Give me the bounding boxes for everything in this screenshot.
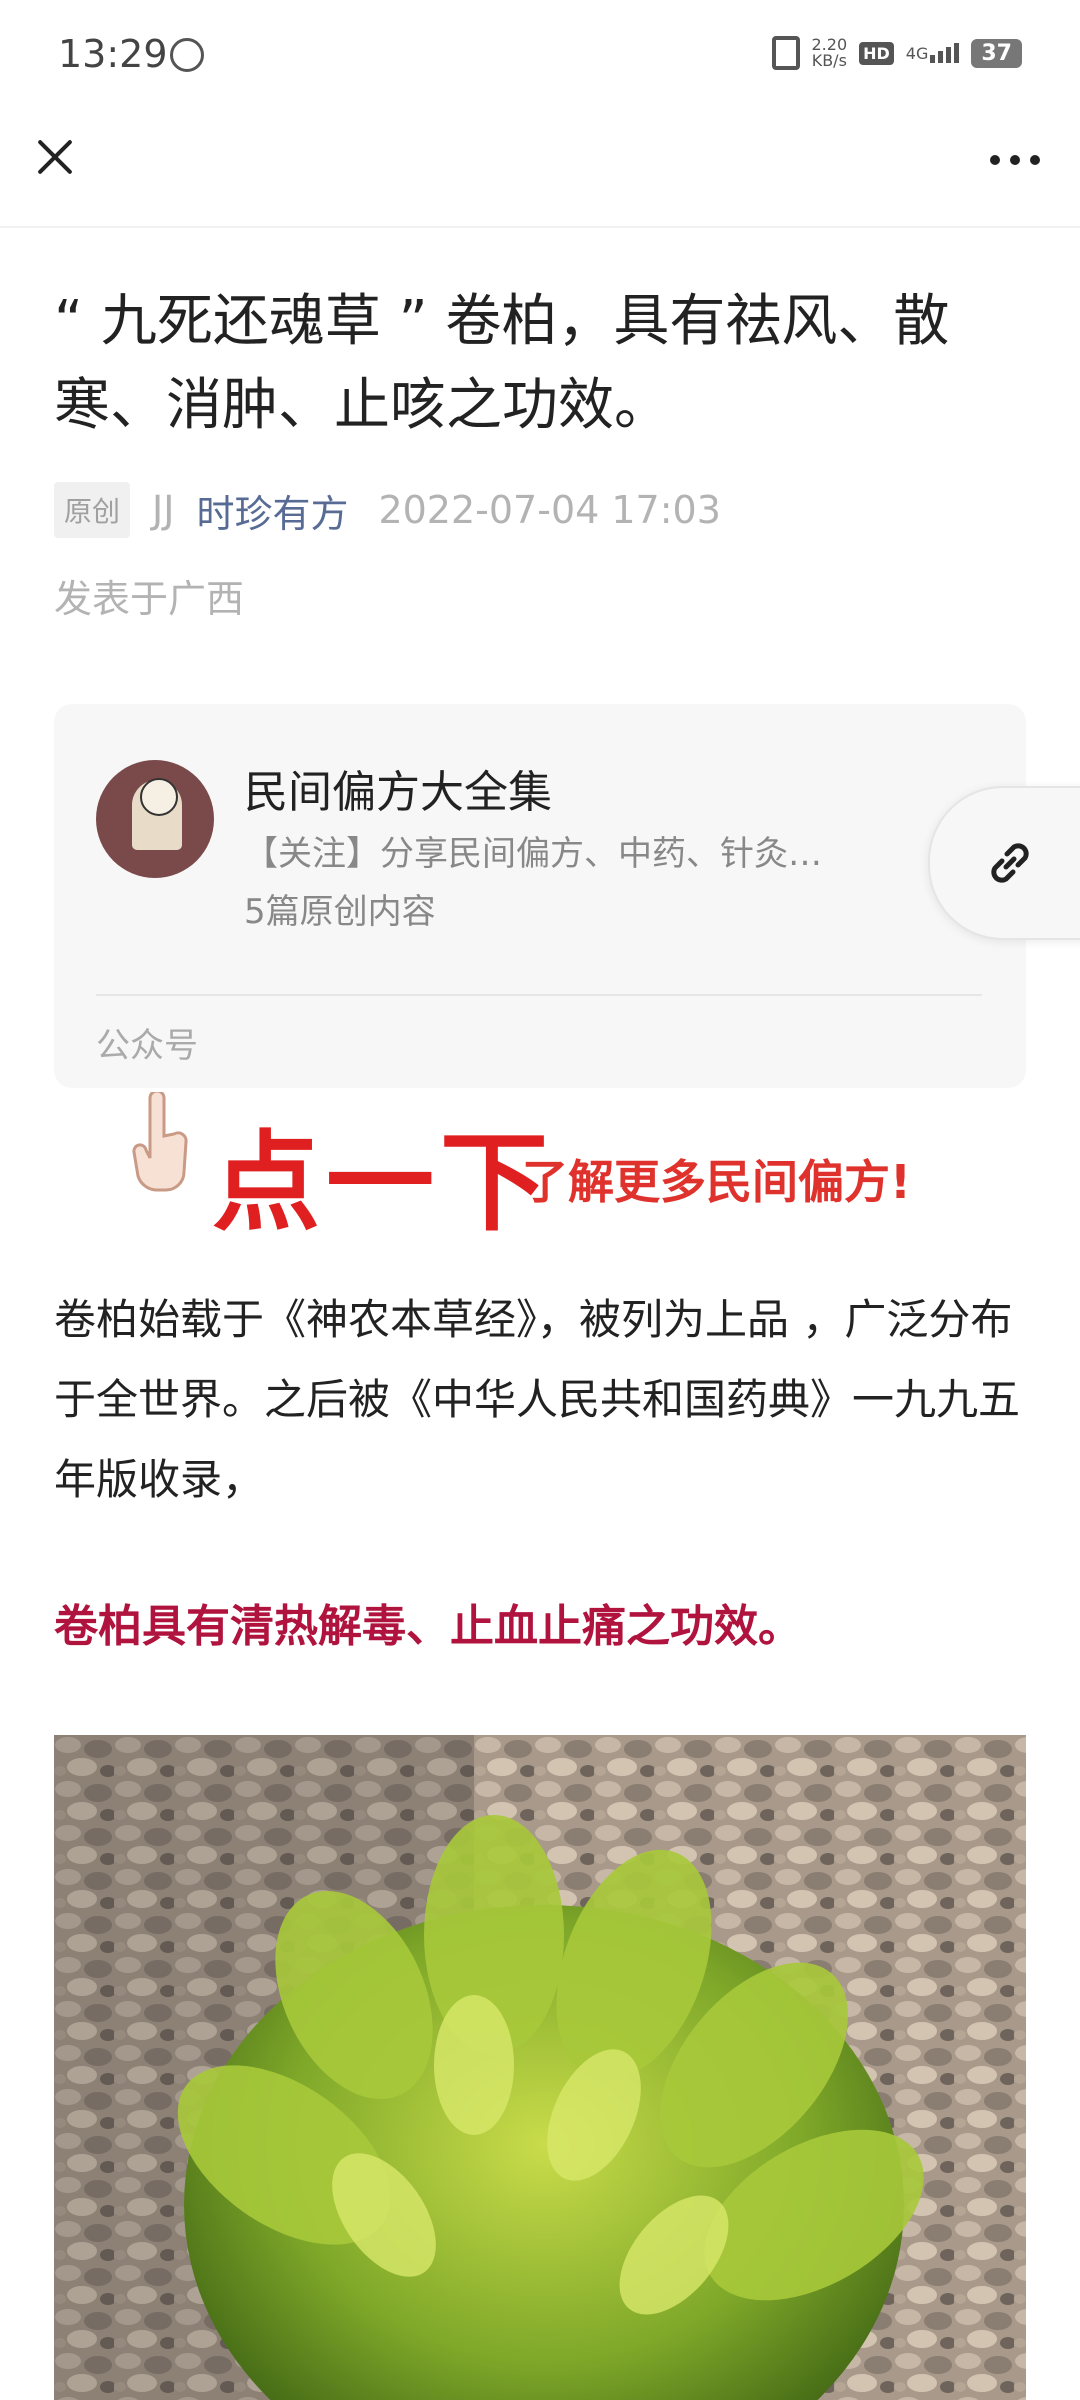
vibrate-icon [771, 36, 800, 70]
hd-icon: HD [859, 41, 894, 65]
selaginella-photo [54, 1735, 1026, 2400]
account-type-label: 公众号 [96, 1026, 198, 1066]
copy-link-button[interactable] [928, 786, 1080, 940]
battery-icon: 37 [971, 38, 1022, 68]
article-meta: 原创 JJ 时珍有方 2022-07-04 17:03 [54, 482, 721, 538]
more-options-icon[interactable] [990, 155, 1040, 165]
signal-icon: 4G [906, 43, 960, 63]
account-link[interactable]: 时珍有方 [196, 483, 348, 538]
account-description: 【关注】分享民间偏方、中药、针灸… [244, 834, 822, 874]
article-title: “ 九死还魂草 ” 卷柏，具有祛风、散寒、消肿、止咳之功效。 [54, 289, 950, 438]
close-icon[interactable] [30, 132, 80, 182]
official-account-card[interactable]: 民间偏方大全集 【关注】分享民间偏方、中药、针灸… 5篇原创内容 公众号 [54, 704, 1026, 1088]
original-count: 5篇原创内容 [244, 892, 436, 932]
promo-headline: 点一下 [212, 1121, 555, 1246]
account-name: 民间偏方大全集 [244, 767, 552, 818]
status-bar: 13:29 2.20 KB/s HD 4G 37 [0, 0, 1080, 110]
article-image[interactable] [54, 1735, 1026, 2400]
notification-icon [170, 38, 204, 72]
link-icon [991, 843, 1029, 883]
account-avatar [96, 760, 214, 878]
author-name: JJ [152, 488, 175, 532]
highlight-text: 卷柏具有清热解毒、止血止痛之功效。 [54, 1601, 802, 1652]
follow-promo-banner[interactable]: 点一下 了解更多民间偏方! [120, 1090, 1020, 1246]
article-paragraph: 卷柏始载于《神农本草经》，被列为上品 ，广泛分布于全世界。之后被《中华人民共和国… [54, 1295, 1021, 1504]
status-time: 13:29 [58, 32, 168, 76]
top-nav-bar [0, 110, 1080, 228]
status-indicators: 2.20 KB/s HD 4G 37 [771, 36, 1022, 70]
promo-subtext: 了解更多民间偏方! [522, 1155, 911, 1209]
pointing-hand-icon [132, 1092, 188, 1192]
card-divider [96, 994, 982, 996]
publish-location: 发表于广西 [54, 577, 245, 621]
network-type: 4G [905, 44, 929, 63]
network-speed: 2.20 KB/s [812, 37, 848, 69]
original-badge: 原创 [54, 482, 131, 538]
publish-datetime: 2022-07-04 17:03 [378, 488, 721, 532]
speed-unit: KB/s [811, 51, 847, 70]
